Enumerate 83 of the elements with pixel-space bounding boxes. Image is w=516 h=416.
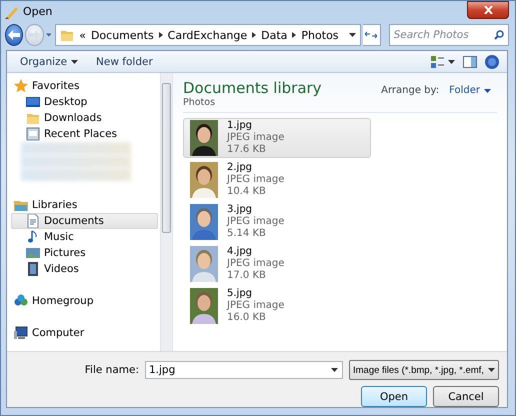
scrollbar-thumb[interactable] xyxy=(162,83,171,233)
file-type: JPEG image xyxy=(227,258,284,270)
file-size: 17.0 KB xyxy=(227,270,267,282)
file-type: JPEG image xyxy=(227,300,284,312)
library-title: Documents library xyxy=(183,79,322,97)
file-item[interactable]: 2.jpg JPEG image 10.4 KB xyxy=(183,160,371,200)
file-size: 10.4 KB xyxy=(227,186,267,198)
file-item[interactable]: 5.jpg JPEG image 16.0 KB xyxy=(183,286,371,326)
overflow-chevron[interactable]: « xyxy=(79,28,86,42)
forward-arrow-icon xyxy=(28,30,40,40)
nav-section[interactable]: Computer xyxy=(7,325,160,341)
film-icon xyxy=(26,262,40,276)
file-size: 16.0 KB xyxy=(227,312,267,324)
file-size: 5.14 KB xyxy=(227,228,267,240)
file-item[interactable]: 3.jpg JPEG image 5.14 KB xyxy=(183,202,371,242)
toolbar-button[interactable]: New folder xyxy=(91,54,158,70)
folder-icon xyxy=(60,28,74,42)
preview-pane-icon[interactable] xyxy=(463,56,477,68)
file-size: 17.6 KB xyxy=(227,144,267,156)
refresh-arrows-icon xyxy=(365,30,378,40)
app-icon xyxy=(5,4,19,18)
caret-icon xyxy=(484,88,491,92)
window-title: Open xyxy=(23,5,54,18)
nav-item[interactable]: Recent Places xyxy=(11,126,158,142)
breadcrumb-item[interactable]: CardExchange xyxy=(168,28,248,42)
library-subtitle: Photos xyxy=(183,97,216,108)
nav-section[interactable]: Homegroup xyxy=(7,293,160,309)
computer-icon xyxy=(14,326,28,340)
file-name: 3.jpg xyxy=(227,204,254,216)
close-icon xyxy=(484,6,492,14)
file-name: 4.jpg xyxy=(227,246,254,258)
caret-icon xyxy=(46,33,52,37)
nav-item[interactable]: Documents xyxy=(11,213,158,229)
pictures-icon xyxy=(26,246,40,260)
file-type: JPEG image xyxy=(227,174,284,186)
chevron-icon xyxy=(252,32,256,38)
breadcrumb-item[interactable]: Photos xyxy=(301,28,339,42)
chevron-icon xyxy=(292,32,296,38)
file-name: 2.jpg xyxy=(227,162,254,174)
file-name-field[interactable]: 1.jpg xyxy=(145,361,343,379)
nav-item[interactable]: Downloads xyxy=(11,110,158,126)
file-name: 1.jpg xyxy=(227,120,254,132)
file-name: 5.jpg xyxy=(227,288,254,300)
view-options-icon[interactable] xyxy=(431,56,455,68)
file-type: JPEG image xyxy=(227,216,284,228)
address-bar[interactable]: « Documents CardExchange Data Photos xyxy=(55,24,361,46)
file-item[interactable]: 4.jpg JPEG image 17.0 KB xyxy=(183,244,371,284)
library-icon xyxy=(14,198,28,212)
arrange-label: Arrange by: xyxy=(381,85,440,96)
nav-section[interactable]: Libraries xyxy=(7,197,160,213)
breadcrumb-item[interactable]: Documents xyxy=(90,28,154,42)
caret-icon xyxy=(71,60,78,64)
breadcrumb-item[interactable]: Data xyxy=(261,28,288,42)
caret-icon xyxy=(331,368,338,372)
file-name-label: File name: xyxy=(84,364,139,376)
back-button[interactable] xyxy=(5,24,24,46)
caret-icon xyxy=(348,33,356,37)
search-icon xyxy=(494,30,504,40)
caret-icon xyxy=(488,368,495,372)
nav-item[interactable]: Desktop xyxy=(11,94,158,110)
arrange-dropdown[interactable]: Folder xyxy=(449,85,491,96)
nav-item[interactable]: Videos xyxy=(11,261,158,277)
close-button[interactable] xyxy=(467,0,509,18)
desktop-icon xyxy=(26,95,40,109)
nav-section[interactable]: Favorites xyxy=(7,78,160,94)
search-field[interactable]: Search Photos xyxy=(388,24,509,46)
folder-icon xyxy=(26,111,40,125)
nav-item[interactable]: Pictures xyxy=(11,245,158,261)
chevron-icon xyxy=(158,32,163,38)
scrollbar[interactable] xyxy=(160,73,172,351)
file-type-dropdown[interactable]: Image files (*.bmp, *.jpg, *.emf, xyxy=(349,360,499,380)
homegroup-icon xyxy=(14,294,28,308)
dialog-button[interactable]: Cancel xyxy=(433,386,499,407)
file-item[interactable]: 1.jpg JPEG image 17.6 KB xyxy=(183,118,371,158)
refresh-button[interactable] xyxy=(362,24,381,46)
star-icon xyxy=(14,79,28,93)
dialog-button[interactable]: Open xyxy=(361,386,427,407)
document-icon xyxy=(26,214,40,228)
organize-menu[interactable]: Organize xyxy=(15,54,84,70)
file-type: JPEG image xyxy=(227,132,284,144)
nav-item[interactable]: Music xyxy=(11,229,158,245)
back-arrow-icon xyxy=(8,30,20,40)
recent-places-icon xyxy=(26,127,40,141)
